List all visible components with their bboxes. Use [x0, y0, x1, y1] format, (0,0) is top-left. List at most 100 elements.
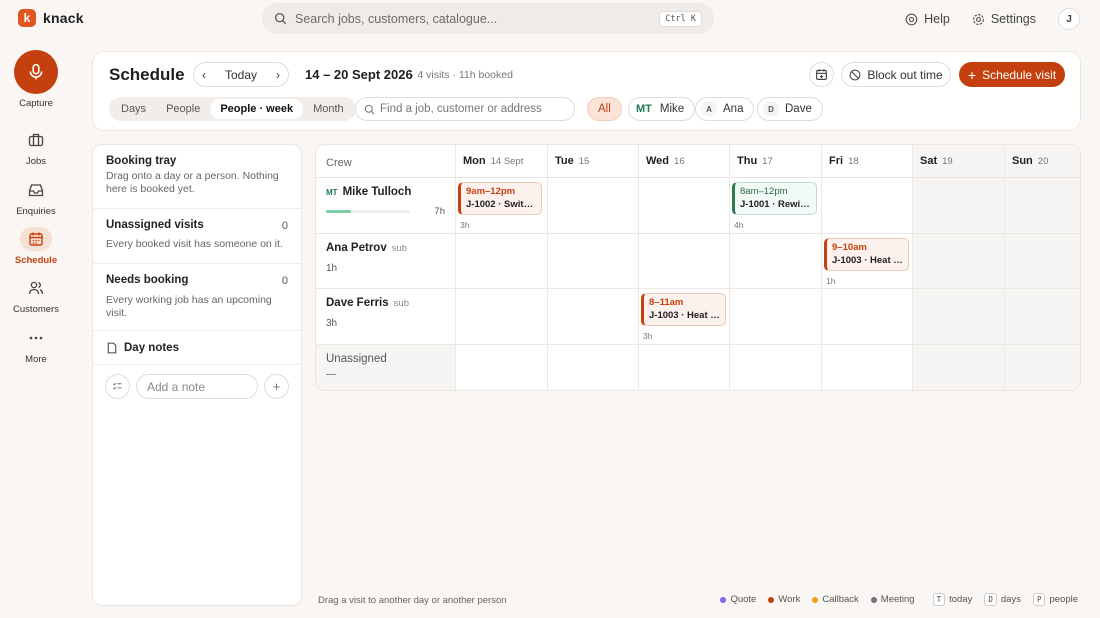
- prev-week-button[interactable]: ‹: [202, 68, 206, 82]
- nav-jobs[interactable]: Jobs: [0, 128, 72, 167]
- tray-desc: Drag onto a day or a person. Nothing her…: [106, 170, 279, 195]
- crew-cell[interactable]: Ana Petrov sub 1h: [316, 234, 455, 288]
- day-cell[interactable]: [729, 289, 821, 344]
- legend-dot: [720, 596, 727, 603]
- nav-schedule[interactable]: Schedule: [0, 227, 72, 266]
- day-cell[interactable]: [1004, 345, 1080, 390]
- nav-enquiries-label: Enquiries: [16, 206, 56, 217]
- day-cell[interactable]: [547, 234, 638, 288]
- day-cell[interactable]: [1004, 289, 1080, 344]
- app-name: knack: [43, 10, 84, 26]
- nav-customers[interactable]: Customers: [0, 276, 72, 315]
- schedule-visit-button[interactable]: + Schedule visit: [959, 62, 1065, 87]
- calendar-add-icon: [816, 69, 827, 80]
- crew-row-ana: Ana Petrov sub 1h 9–10am J-1003 · Heat pu…: [316, 234, 1080, 289]
- day-cell[interactable]: [455, 345, 547, 390]
- visit-card[interactable]: 9am–12pm J-1002 · Switchboard upgrade: [458, 182, 542, 215]
- help-icon: [905, 13, 918, 25]
- filter-dave-label: Dave: [785, 103, 812, 115]
- block-icon: [849, 69, 861, 80]
- filter-mike-initials: MT: [636, 103, 652, 115]
- day-cell[interactable]: [912, 289, 1004, 344]
- day-cell[interactable]: [547, 345, 638, 390]
- day-cell[interactable]: [1004, 178, 1080, 233]
- legend: Quote Work Callback Meeting Ttoday Ddays…: [720, 593, 1078, 606]
- day-cell[interactable]: [821, 345, 912, 390]
- user-avatar[interactable]: J: [1058, 8, 1080, 30]
- day-cell[interactable]: [821, 178, 912, 233]
- nav-jobs-label: Jobs: [25, 156, 47, 167]
- note-input[interactable]: Add a note: [136, 374, 258, 399]
- day-cell[interactable]: [455, 234, 547, 288]
- day-cell[interactable]: [455, 289, 547, 344]
- booking-tray: Booking tray Drag onto a day or a person…: [92, 144, 302, 606]
- block-out-time-button[interactable]: Block out time: [841, 62, 951, 87]
- visit-time: 8–11am: [649, 297, 684, 308]
- help-label: Help: [924, 12, 950, 26]
- day-cell[interactable]: [638, 178, 729, 233]
- schedule-visit-label: Schedule visit: [982, 67, 1057, 82]
- day-cell[interactable]: [821, 289, 912, 344]
- nav-more[interactable]: More: [0, 326, 72, 365]
- crew-sub-badge: sub: [391, 242, 408, 254]
- find-placeholder: Find a job, customer or address: [380, 103, 542, 115]
- day-cell[interactable]: [729, 234, 821, 288]
- day-name: Tue: [555, 155, 574, 167]
- view-month[interactable]: Month: [303, 99, 354, 119]
- day-date: 14 Sept: [490, 155, 524, 167]
- find-job-input[interactable]: Find a job, customer or address: [355, 97, 575, 121]
- calendar-picker-button[interactable]: [809, 62, 834, 87]
- help-button[interactable]: Help: [905, 12, 950, 26]
- nav-enquiries[interactable]: Enquiries: [0, 178, 72, 217]
- day-cell[interactable]: [912, 234, 1004, 288]
- day-date: 17: [762, 155, 773, 167]
- shortcut-key: T: [932, 593, 946, 606]
- day-cell[interactable]: [638, 234, 729, 288]
- crew-hours: 3h: [326, 318, 338, 329]
- day-cell[interactable]: [638, 345, 729, 390]
- more-icon: [29, 336, 43, 340]
- unassigned-count: 0: [281, 220, 288, 232]
- global-search-input[interactable]: Search jobs, customers, catalogue... Ctr…: [262, 3, 714, 34]
- crew-column-header: Crew: [316, 145, 455, 178]
- day-cell[interactable]: [729, 345, 821, 390]
- filter-all[interactable]: All: [587, 97, 622, 121]
- add-note-button[interactable]: +: [264, 374, 289, 399]
- day-cell[interactable]: [1004, 234, 1080, 288]
- visit-card[interactable]: 9–10am J-1003 · Heat pump install: [824, 238, 909, 271]
- visit-card[interactable]: 8am–12pm J-1001 · Rewire kitchen: [732, 182, 817, 215]
- day-date: 15: [578, 155, 590, 167]
- crew-cell[interactable]: Dave Ferris sub 3h: [316, 289, 455, 344]
- checklist-button[interactable]: [105, 374, 130, 399]
- schedule-grid: Crew Mon 14 Sept Tue 15 Wed 16 Thu 17 Fri 18 …: [315, 144, 1081, 391]
- view-people[interactable]: People: [156, 99, 210, 119]
- filter-ana[interactable]: A Ana: [695, 97, 755, 121]
- app-logo[interactable]: k knack: [18, 9, 84, 27]
- filter-dave[interactable]: D Dave: [757, 97, 823, 121]
- day-cell[interactable]: [912, 345, 1004, 390]
- visit-time: 8am–12pm: [740, 186, 788, 197]
- nav-more-label: More: [25, 354, 47, 365]
- shortcut-key: P: [1032, 593, 1046, 606]
- day-notes-title: Day notes: [124, 341, 179, 354]
- day-name: Fri: [829, 155, 844, 167]
- visit-card[interactable]: 8–11am J-1003 · Heat pump install: [641, 293, 726, 326]
- day-name: Thu: [737, 155, 758, 167]
- legend-work: Work: [768, 594, 800, 605]
- view-people-week[interactable]: People · week: [210, 99, 304, 119]
- block-out-label: Block out time: [867, 67, 943, 82]
- day-cell[interactable]: [912, 178, 1004, 233]
- capture-button[interactable]: [14, 50, 58, 94]
- day-cell[interactable]: [547, 178, 638, 233]
- day-cell[interactable]: [547, 289, 638, 344]
- settings-button[interactable]: Settings: [972, 12, 1036, 26]
- crew-cell[interactable]: MT Mike Tulloch 7h: [316, 178, 455, 233]
- date-range: 14 – 20 Sept 2026: [305, 67, 413, 82]
- today-button[interactable]: Today: [225, 68, 257, 82]
- shortcut-days: Ddays: [984, 593, 1021, 606]
- filter-mike[interactable]: MT Mike: [628, 97, 696, 121]
- unassigned-desc: Every booked visit has someone on it.: [106, 238, 283, 250]
- view-days[interactable]: Days: [111, 99, 156, 119]
- tray-booking-section[interactable]: Booking tray Drag onto a day or a person…: [93, 145, 301, 209]
- next-week-button[interactable]: ›: [276, 68, 280, 82]
